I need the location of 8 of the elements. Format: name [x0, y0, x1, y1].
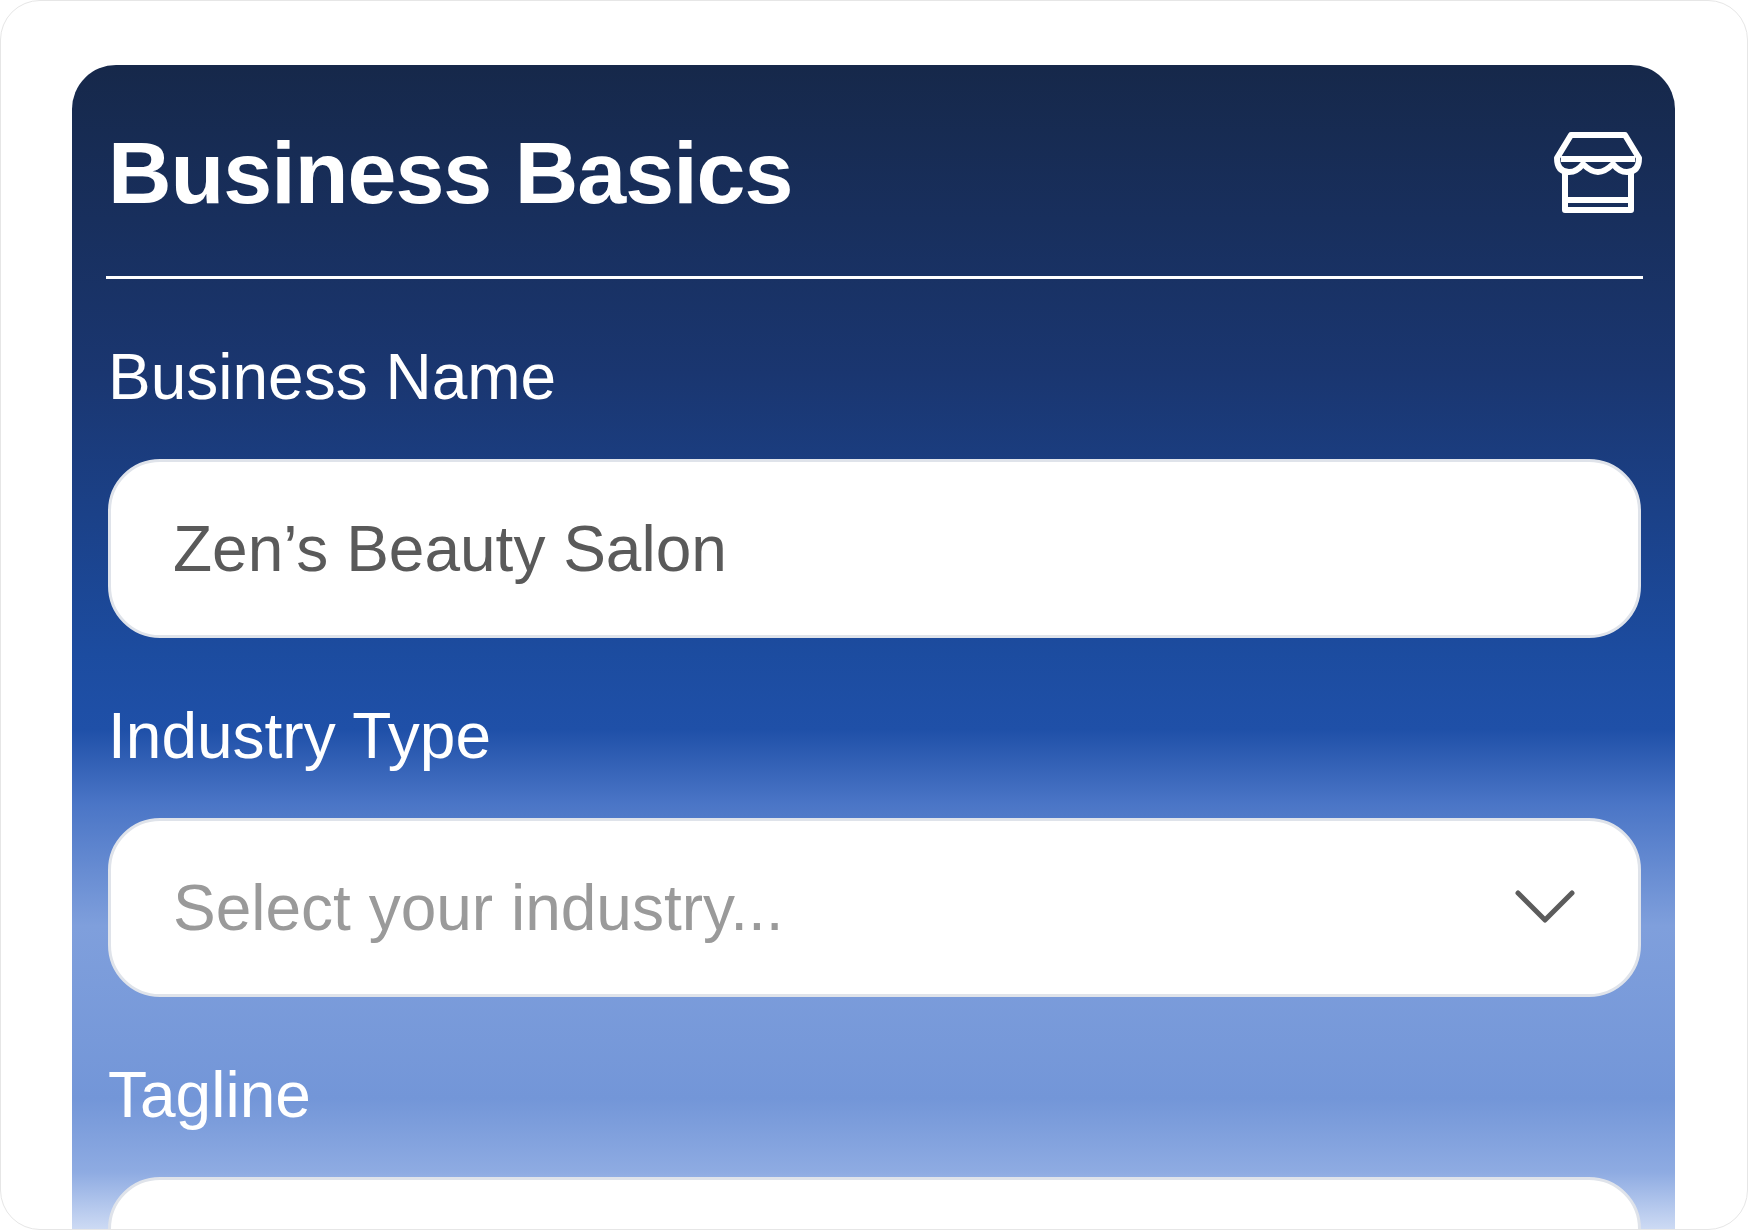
select-field[interactable]: Select your industry... [108, 818, 1641, 997]
text-field[interactable]: Zen’s Beauty Salon [108, 459, 1641, 638]
field-label: Tagline [108, 1058, 312, 1133]
card-title: Business Basics [108, 123, 793, 223]
chevron-down-icon [1515, 890, 1575, 924]
storefront-icon [1553, 132, 1643, 214]
field-label: Business Name [108, 340, 558, 415]
field-label: Industry Type [108, 699, 493, 774]
